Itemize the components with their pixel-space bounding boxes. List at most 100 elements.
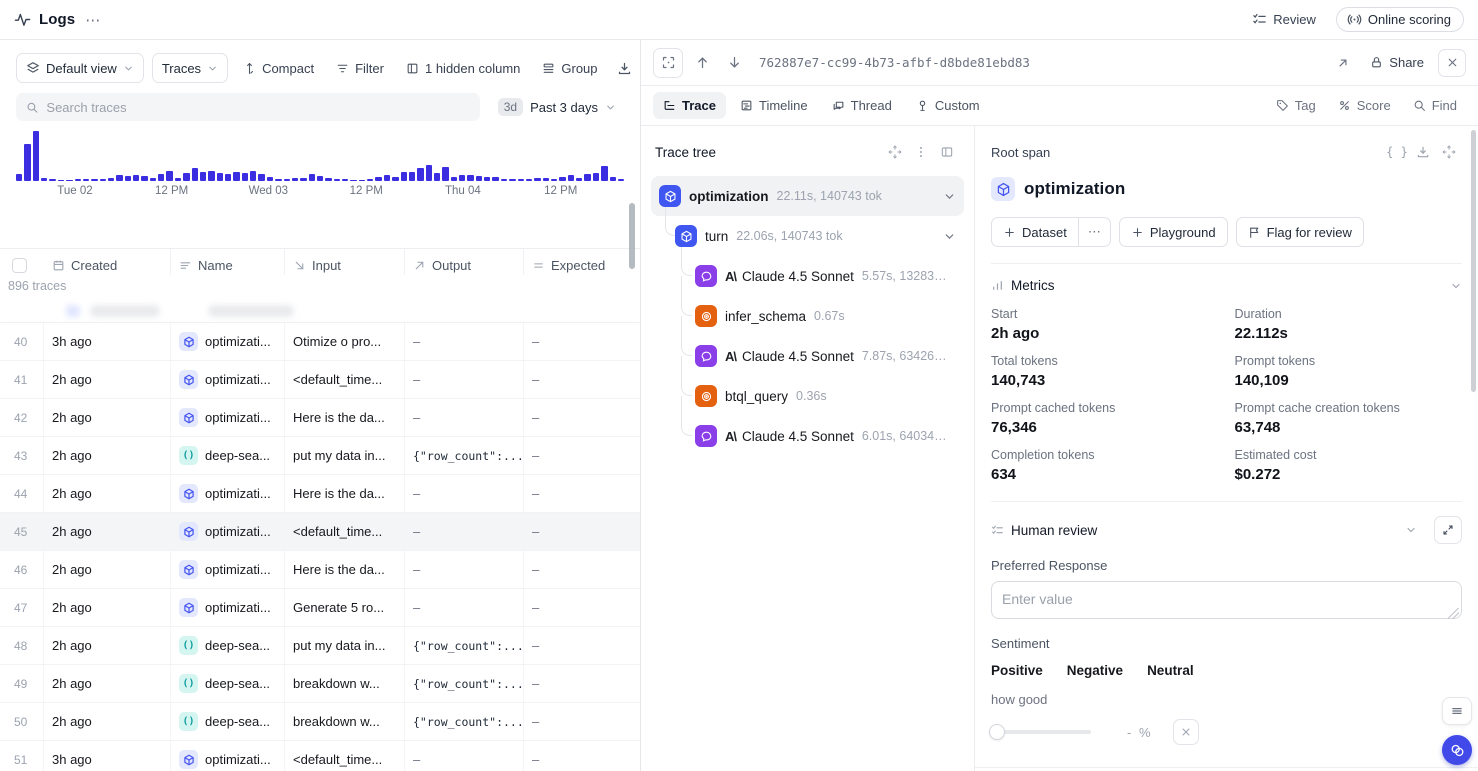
histogram-bar[interactable]: [559, 177, 565, 182]
prev-trace-button[interactable]: [689, 50, 715, 76]
histogram-bar[interactable]: [325, 178, 331, 182]
histogram-bar[interactable]: [518, 179, 524, 182]
table-row[interactable]: 462h agooptimizati...Here is the da...––: [0, 551, 640, 589]
histogram-bar[interactable]: [392, 177, 398, 182]
filter-button[interactable]: Filter: [329, 53, 391, 83]
assistant-fab[interactable]: [1442, 735, 1472, 765]
right-scrollbar-thumb[interactable]: [1471, 130, 1476, 392]
histogram-bar[interactable]: [526, 179, 532, 182]
trace-tree-node[interactable]: infer_schema0.67s: [651, 296, 964, 336]
table-row[interactable]: 472h agooptimizati...Generate 5 ro...––: [0, 589, 640, 627]
histogram-bar[interactable]: [618, 179, 624, 182]
histogram-bar[interactable]: [258, 174, 264, 181]
tab-custom[interactable]: Custom: [906, 92, 990, 119]
histogram-bar[interactable]: [359, 180, 365, 181]
histogram-bar[interactable]: [158, 174, 164, 181]
export-button[interactable]: [613, 53, 636, 83]
slider-thumb[interactable]: [989, 724, 1005, 740]
share-button[interactable]: Share: [1362, 50, 1432, 75]
comment-menu-button[interactable]: [1442, 697, 1472, 725]
histogram-bar[interactable]: [41, 178, 47, 182]
histogram-bar[interactable]: [401, 172, 407, 181]
histogram-bar[interactable]: [317, 176, 323, 181]
histogram-bar[interactable]: [484, 177, 490, 182]
histogram-bar[interactable]: [334, 179, 340, 182]
sentiment-option-negative[interactable]: Negative: [1067, 663, 1123, 678]
table-row[interactable]: 432h ago()deep-sea...put my data in...{"…: [0, 437, 640, 475]
hidden-columns-button[interactable]: 1 hidden column: [399, 53, 527, 83]
histogram-bar[interactable]: [476, 176, 482, 181]
column-header-expected[interactable]: Expected: [524, 249, 640, 275]
column-header-output[interactable]: Output: [405, 249, 524, 275]
close-panel-button[interactable]: [1438, 49, 1466, 77]
tab-trace[interactable]: Trace: [653, 92, 726, 119]
histogram-bar[interactable]: [100, 179, 106, 182]
trace-tree-node[interactable]: turn22.06s, 140743 tok: [651, 216, 964, 256]
histogram-bar[interactable]: [225, 174, 231, 181]
move-span-button[interactable]: [1436, 140, 1462, 164]
histogram-bar[interactable]: [375, 177, 381, 182]
histogram-bar[interactable]: [49, 179, 55, 182]
view-selector[interactable]: Default view: [16, 53, 144, 83]
histogram-bar[interactable]: [576, 178, 582, 182]
review-button[interactable]: Review: [1242, 8, 1326, 31]
histogram-bar[interactable]: [33, 131, 39, 181]
histogram-bar[interactable]: [593, 173, 599, 181]
histogram-bar[interactable]: [442, 167, 448, 181]
trace-tree-node[interactable]: optimization22.11s, 140743 tok: [651, 176, 964, 216]
histogram-bar[interactable]: [108, 178, 114, 182]
histogram-bar[interactable]: [91, 179, 97, 182]
histogram-bar[interactable]: [601, 166, 607, 181]
trace-volume-histogram[interactable]: Tue 0212 PMWed 0312 PMThu 0412 PM: [16, 131, 624, 199]
histogram-bar[interactable]: [417, 168, 423, 181]
search-input[interactable]: [46, 100, 469, 115]
expand-collapse-all-button[interactable]: [882, 140, 908, 164]
histogram-bar[interactable]: [568, 175, 574, 181]
score-button[interactable]: Score: [1329, 92, 1400, 119]
toggle-sidebar-icon[interactable]: [934, 140, 960, 164]
open-fullpage-button[interactable]: [1330, 50, 1356, 76]
histogram-bar[interactable]: [284, 179, 290, 182]
histogram-bar[interactable]: [208, 171, 214, 181]
histogram-bar[interactable]: [242, 173, 248, 181]
histogram-bar[interactable]: [75, 179, 81, 182]
human-review-section-header[interactable]: Human review: [991, 516, 1462, 544]
trace-id[interactable]: 762887e7-cc99-4b73-afbf-d8bde81ebd83: [759, 55, 1030, 70]
score-slider[interactable]: [991, 730, 1091, 734]
histogram-bar[interactable]: [342, 179, 348, 182]
histogram-bar[interactable]: [175, 178, 181, 182]
preferred-response-input[interactable]: [991, 581, 1462, 619]
open-in-playground-button[interactable]: Playground: [1119, 217, 1228, 247]
focus-span-button[interactable]: [653, 48, 683, 78]
histogram-bar[interactable]: [350, 180, 356, 182]
group-button[interactable]: Group: [535, 53, 604, 83]
column-header-input[interactable]: Input: [285, 249, 405, 275]
table-row[interactable]: 452h agooptimizati...<default_time...––: [0, 513, 640, 551]
histogram-bar[interactable]: [267, 177, 273, 181]
histogram-bar[interactable]: [509, 179, 515, 182]
histogram-bar[interactable]: [125, 176, 131, 181]
histogram-bar[interactable]: [233, 172, 239, 181]
table-row[interactable]: 502h ago()deep-sea...breakdown w...{"row…: [0, 703, 640, 741]
histogram-bar[interactable]: [467, 175, 473, 181]
traces-mode-selector[interactable]: Traces: [152, 53, 228, 83]
histogram-bar[interactable]: [584, 174, 590, 181]
histogram-bar[interactable]: [459, 175, 465, 181]
compact-toggle[interactable]: Compact: [236, 53, 321, 83]
histogram-bar[interactable]: [551, 179, 557, 182]
metrics-section-header[interactable]: Metrics: [991, 278, 1462, 293]
sentiment-option-neutral[interactable]: Neutral: [1147, 663, 1194, 678]
histogram-bar[interactable]: [501, 179, 507, 182]
trace-tree-node[interactable]: A\Claude 4.5 Sonnet5.57s, 13283 tok: [651, 256, 964, 296]
table-row[interactable]: 412h agooptimizati...<default_time...––: [0, 361, 640, 399]
histogram-bar[interactable]: [58, 180, 64, 181]
tab-timeline[interactable]: Timeline: [730, 92, 818, 119]
histogram-bar[interactable]: [16, 174, 22, 181]
histogram-bar[interactable]: [309, 174, 315, 181]
histogram-bar[interactable]: [200, 172, 206, 181]
column-header-name[interactable]: Name: [171, 249, 285, 275]
histogram-bar[interactable]: [24, 144, 30, 182]
chevron-down-icon[interactable]: [943, 190, 956, 203]
histogram-bar[interactable]: [183, 173, 189, 181]
online-scoring-button[interactable]: Online scoring: [1336, 7, 1464, 32]
